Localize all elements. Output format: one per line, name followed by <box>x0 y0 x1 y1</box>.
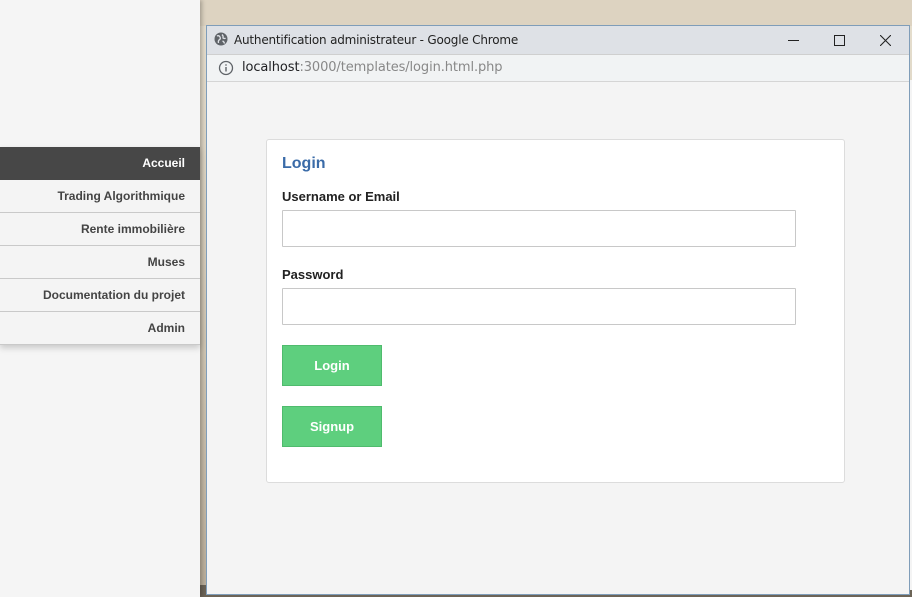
chrome-popup-window: Authentification administrateur - Google… <box>206 25 910 595</box>
site-menu-list: Accueil Trading Algorithmique Rente immo… <box>0 147 200 345</box>
background-header-strip <box>200 0 912 26</box>
menu-item-accueil[interactable]: Accueil <box>0 147 200 180</box>
window-titlebar[interactable]: Authentification administrateur - Google… <box>207 26 909 55</box>
globe-icon <box>214 32 228 46</box>
menu-item-muses[interactable]: Muses <box>0 246 200 279</box>
minimize-button[interactable] <box>771 26 817 54</box>
info-icon[interactable] <box>218 60 234 76</box>
maximize-icon <box>834 35 845 46</box>
site-menu: Accueil Trading Algorithmique Rente immo… <box>0 0 200 597</box>
menu-item-trading-algorithmique[interactable]: Trading Algorithmique <box>0 180 200 213</box>
username-label: Username or Email <box>282 189 400 204</box>
login-heading: Login <box>282 155 326 172</box>
maximize-button[interactable] <box>817 26 863 54</box>
menu-item-admin[interactable]: Admin <box>0 312 200 345</box>
close-button[interactable] <box>863 26 909 54</box>
signup-button[interactable]: Signup <box>282 406 382 447</box>
url-host: localhost <box>242 60 300 75</box>
minimize-icon <box>788 40 799 41</box>
username-input[interactable] <box>282 210 796 247</box>
password-label: Password <box>282 267 344 282</box>
menu-item-documentation[interactable]: Documentation du projet <box>0 279 200 312</box>
url-path: :3000/templates/login.html.php <box>299 60 503 75</box>
menu-item-rente-immobiliere[interactable]: Rente immobilière <box>0 213 200 246</box>
address-bar[interactable]: localhost:3000/templates/login.html.php <box>207 55 909 82</box>
url-text: localhost:3000/templates/login.html.php <box>242 60 503 75</box>
window-title: Authentification administrateur - Google… <box>234 33 519 47</box>
page-content: Login Username or Email Password Login S… <box>207 82 909 594</box>
password-input[interactable] <box>282 288 796 325</box>
login-card: Login Username or Email Password Login S… <box>266 139 845 483</box>
login-button[interactable]: Login <box>282 345 382 386</box>
close-icon <box>880 35 891 46</box>
